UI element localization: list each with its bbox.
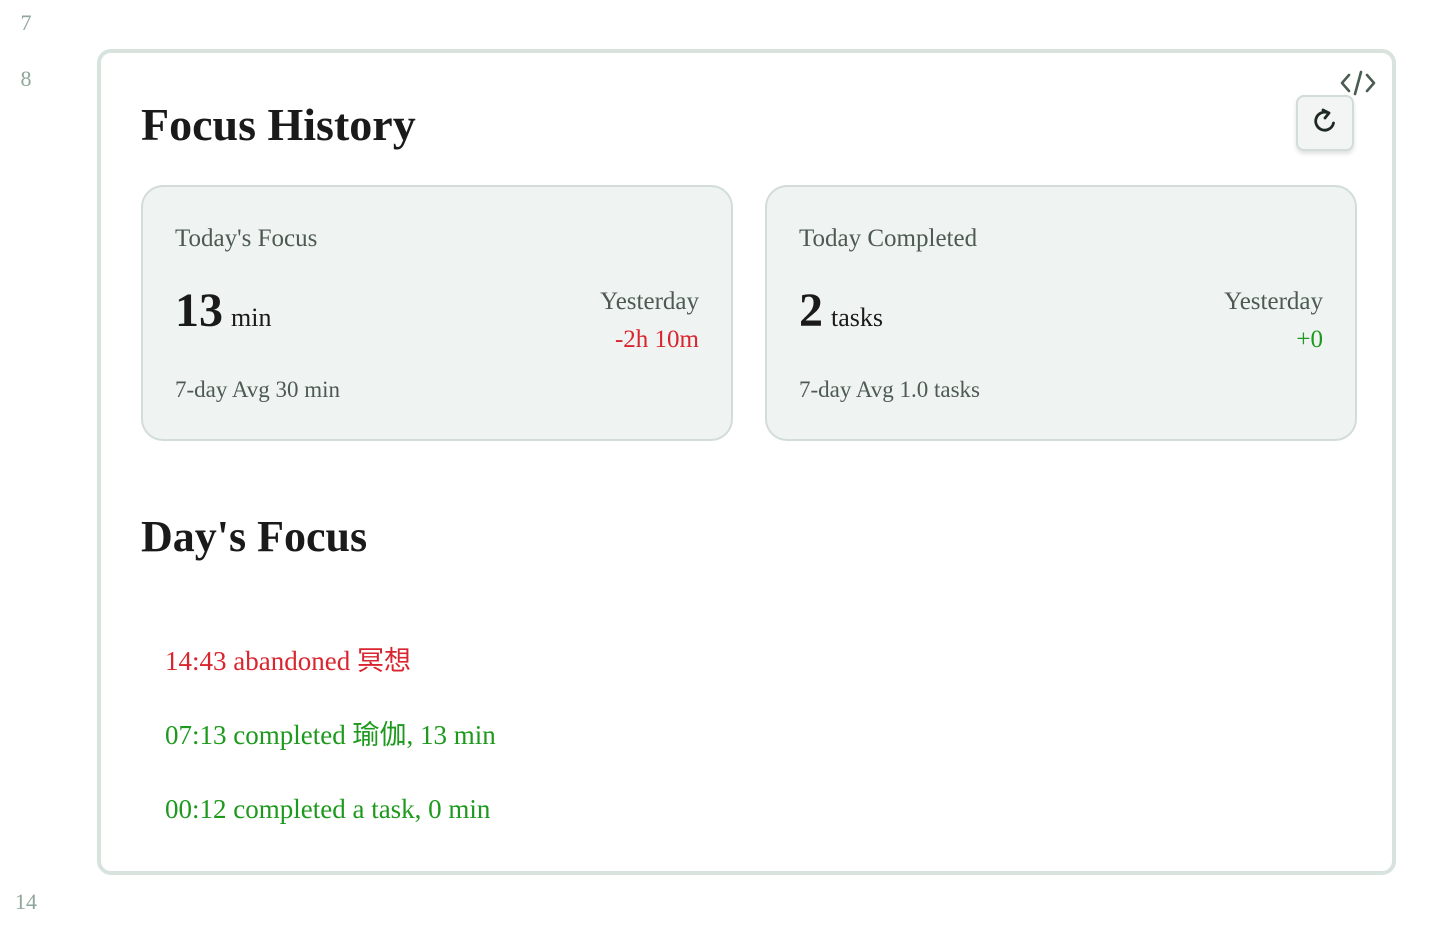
completed-tasks-value: 2 (799, 284, 823, 337)
card-value: 13 min (175, 283, 271, 338)
completed-tasks-unit: tasks (831, 303, 883, 332)
seven-day-average: 7-day Avg 30 min (175, 377, 341, 402)
focus-log-entry: 00:12 completed a task, 0 min (165, 794, 491, 824)
today-completed-card: Today Completed 2 tasks Yesterday +0 7-d… (765, 185, 1357, 441)
card-label: Today's Focus (175, 225, 318, 252)
yesterday-comparison: Yesterday -2h 10m (600, 283, 699, 359)
yesterday-label: Yesterday (1224, 288, 1323, 315)
focus-history-panel: Focus History Today's Focus 13 min Yeste… (97, 49, 1396, 875)
line-number: 14 (15, 889, 37, 914)
yesterday-delta: -2h 10m (614, 326, 699, 353)
day-focus-title: Day's Focus (141, 512, 368, 561)
line-number: 7 (20, 10, 32, 35)
page-title: Focus History (141, 99, 416, 150)
yesterday-delta: +0 (1296, 326, 1323, 353)
refresh-icon (1310, 106, 1340, 141)
code-icon[interactable] (1340, 69, 1376, 97)
focus-minutes-value: 13 (175, 284, 223, 337)
focus-minutes-unit: min (231, 303, 272, 332)
focus-log-list: 14:43 abandoned 冥想 07:13 completed 瑜伽, 1… (165, 641, 496, 863)
card-value: 2 tasks (799, 283, 883, 338)
line-number: 8 (20, 66, 32, 91)
yesterday-label: Yesterday (600, 288, 699, 315)
refresh-button[interactable] (1296, 95, 1354, 151)
yesterday-comparison: Yesterday +0 (1224, 283, 1323, 359)
todays-focus-card: Today's Focus 13 min Yesterday -2h 10m 7… (141, 185, 733, 441)
card-label: Today Completed (799, 225, 978, 252)
focus-log-entry: 14:43 abandoned 冥想 (165, 646, 411, 676)
seven-day-average: 7-day Avg 1.0 tasks (799, 377, 981, 402)
focus-log-entry: 07:13 completed 瑜伽, 13 min (165, 720, 496, 750)
